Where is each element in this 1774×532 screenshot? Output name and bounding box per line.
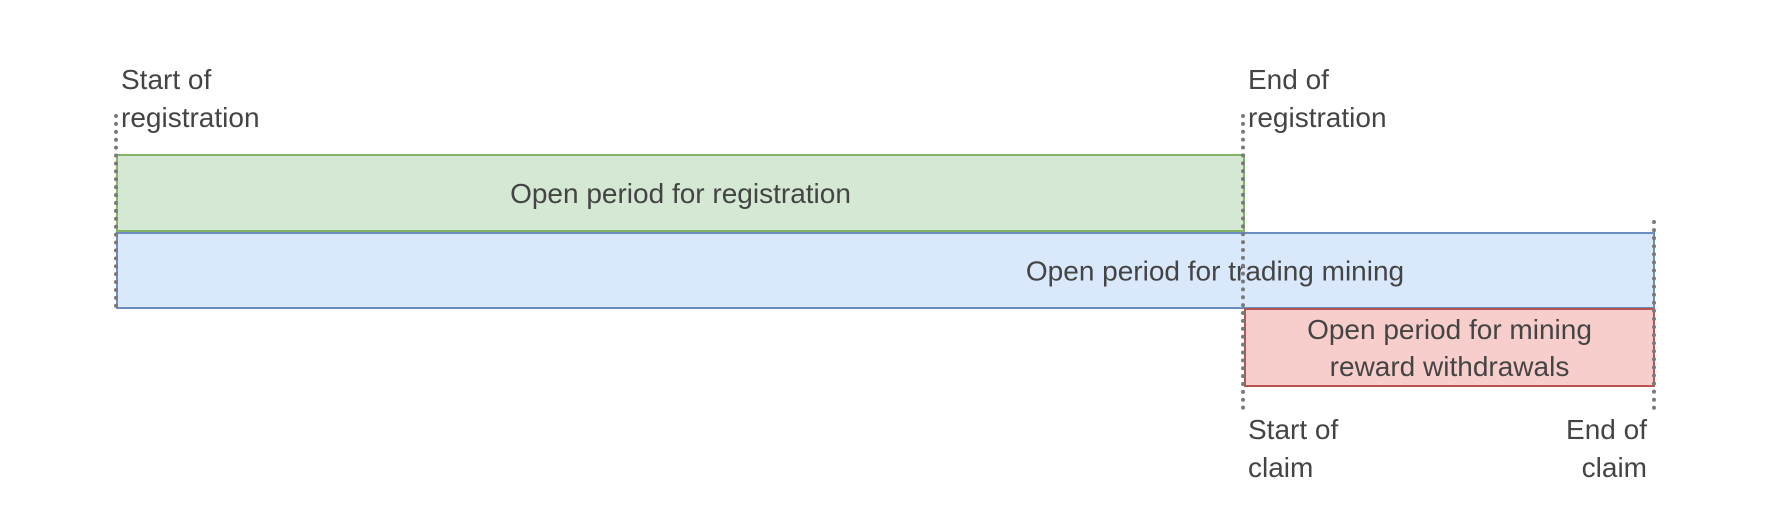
withdrawal-period-label: Open period for mining reward withdrawal… — [1307, 311, 1592, 385]
registration-period-label: Open period for registration — [510, 177, 851, 209]
end-registration-label-line2: registration — [1248, 102, 1387, 133]
withdrawal-period-label-line2: reward withdrawals — [1329, 350, 1570, 382]
end-claim-label-line2: claim — [1581, 452, 1647, 483]
start-registration-label-line1: Start of — [121, 64, 212, 95]
withdrawal-period-bar: Open period for mining reward withdrawal… — [1244, 308, 1655, 387]
start-claim-label: Start of claim — [1248, 411, 1338, 487]
end-claim-marker — [1652, 220, 1656, 410]
registration-period-bar: Open period for registration — [116, 154, 1245, 232]
end-registration-marker — [1241, 114, 1245, 410]
end-claim-label: End of claim — [1566, 411, 1647, 487]
start-claim-label-line1: Start of — [1248, 414, 1339, 445]
start-registration-label: Start of registration — [121, 61, 260, 137]
end-claim-label-line1: End of — [1566, 414, 1647, 445]
trading-mining-period-bar: Open period for trading mining — [116, 232, 1655, 309]
end-registration-label-line1: End of — [1248, 64, 1329, 95]
withdrawal-period-label-line1: Open period for mining — [1307, 313, 1592, 345]
start-registration-marker — [114, 114, 118, 308]
trading-mining-period-label: Open period for trading mining — [1025, 255, 1405, 286]
start-claim-label-line2: claim — [1248, 452, 1314, 483]
start-registration-label-line2: registration — [121, 102, 260, 133]
end-registration-label: End of registration — [1248, 61, 1387, 137]
